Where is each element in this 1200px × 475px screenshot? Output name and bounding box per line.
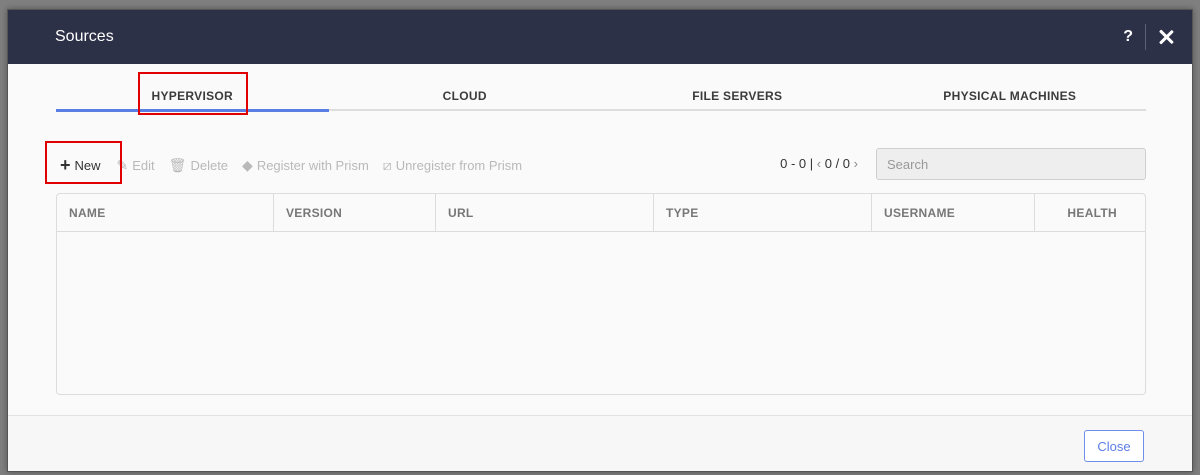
close-button[interactable]: Close bbox=[1084, 430, 1144, 462]
column-username[interactable]: USERNAME bbox=[872, 194, 1035, 231]
dialog-header: Sources ? bbox=[8, 10, 1192, 64]
column-version[interactable]: VERSION bbox=[274, 194, 436, 231]
sources-table: NAME VERSION URL TYPE USERNAME HEALTH bbox=[56, 193, 1146, 395]
pager-range: 0 - 0 bbox=[780, 156, 807, 171]
column-type[interactable]: TYPE bbox=[654, 194, 872, 231]
dialog-footer: Close bbox=[8, 415, 1192, 471]
trash-icon: 🗑 bbox=[168, 156, 187, 173]
edit-button[interactable]: ✎ Edit bbox=[117, 157, 155, 174]
prev-page-icon[interactable]: ‹ bbox=[817, 156, 821, 171]
pager-pages: 0 / 0 bbox=[824, 156, 851, 171]
table-header: NAME VERSION URL TYPE USERNAME HEALTH bbox=[57, 194, 1145, 232]
close-icon[interactable] bbox=[1158, 29, 1174, 45]
prism-unregister-icon: ⧄ bbox=[382, 156, 392, 173]
prism-icon: ◆ bbox=[242, 156, 253, 173]
tab-cloud[interactable]: CLOUD bbox=[329, 85, 602, 109]
next-page-icon[interactable]: › bbox=[854, 156, 858, 171]
dialog-title: Sources bbox=[55, 28, 114, 45]
column-name[interactable]: NAME bbox=[57, 194, 274, 231]
tab-physical-machines[interactable]: PHYSICAL MACHINES bbox=[874, 85, 1147, 109]
highlight-box-hypervisor bbox=[138, 72, 248, 115]
search-input[interactable] bbox=[876, 148, 1146, 180]
delete-button[interactable]: 🗑 Delete bbox=[169, 157, 228, 174]
delete-button-label: Delete bbox=[190, 157, 229, 173]
register-prism-label: Register with Prism bbox=[256, 157, 369, 173]
pager-separator: | bbox=[809, 156, 817, 171]
header-actions: ? bbox=[1123, 10, 1174, 64]
unregister-prism-button[interactable]: ⧄ Unregister from Prism bbox=[383, 157, 522, 174]
column-url[interactable]: URL bbox=[436, 194, 654, 231]
pagination: 0 - 0 | ‹ 0 / 0 › bbox=[780, 156, 858, 171]
header-divider bbox=[1145, 24, 1146, 50]
toolbar: + New ✎ Edit 🗑 Delete ◆ Register with Pr… bbox=[56, 148, 1146, 180]
unregister-prism-label: Unregister from Prism bbox=[395, 157, 523, 173]
highlight-box-new bbox=[45, 141, 122, 184]
sources-dialog: Sources ? HYPERVISOR CLOUD FILE SERVERS … bbox=[7, 9, 1193, 472]
register-prism-button[interactable]: ◆ Register with Prism bbox=[242, 157, 369, 174]
help-button[interactable]: ? bbox=[1123, 28, 1133, 46]
tab-file-servers[interactable]: FILE SERVERS bbox=[601, 85, 874, 109]
column-health[interactable]: HEALTH bbox=[1035, 194, 1145, 231]
edit-button-label: Edit bbox=[132, 157, 155, 173]
